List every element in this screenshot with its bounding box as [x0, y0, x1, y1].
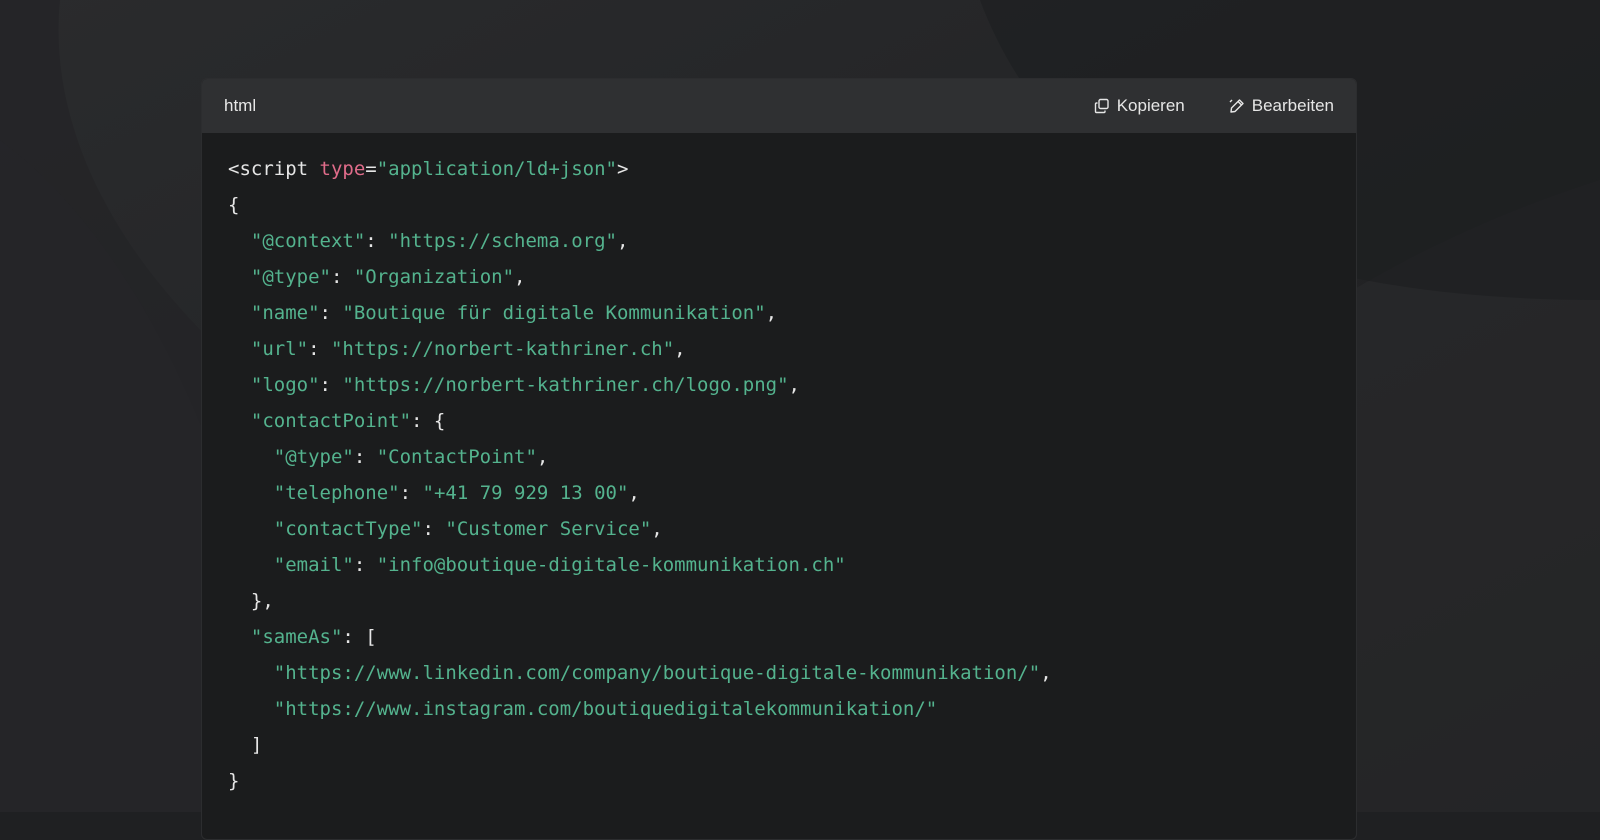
code-line: ] [228, 727, 1052, 763]
code-line: "https://www.instagram.com/boutiquedigit… [228, 691, 1052, 727]
code-token: "Organization" [353, 266, 515, 288]
code-line: "contactType": "Customer Service", [228, 511, 1052, 547]
code-token: : [ [342, 626, 377, 648]
code-token: "https://www.linkedin.com/company/boutiq… [273, 662, 1041, 684]
code-line: "telephone": "+41 79 929 13 00", [228, 475, 1052, 511]
code-language-label: html [224, 96, 257, 115]
code-token: : [319, 374, 343, 396]
code-line: { [228, 187, 1052, 223]
code-token: { [228, 194, 240, 216]
code-token: "url" [250, 338, 309, 360]
code-token: , [765, 302, 778, 324]
code-token: : [330, 266, 354, 288]
code-token: "https://norbert-kathriner.ch/logo.png" [342, 374, 789, 396]
edit-button-label: Bearbeiten [1251, 96, 1334, 115]
code-token: : [308, 338, 331, 360]
code-token: "https://schema.org" [388, 230, 617, 252]
code-token: , [514, 266, 526, 288]
code-token: , [536, 446, 549, 468]
code-token: , [674, 338, 686, 360]
code-token: "sameAs" [250, 626, 343, 648]
code-line: "@type": "ContactPoint", [228, 439, 1052, 475]
code-token: "https://www.instagram.com/boutiquedigit… [273, 698, 938, 720]
pencil-icon [1229, 98, 1245, 114]
code-line: "https://www.linkedin.com/company/boutiq… [228, 655, 1052, 691]
code-token: : [399, 482, 423, 504]
code-token: "+41 79 929 13 00" [422, 482, 629, 504]
code-line: "logo": "https://norbert-kathriner.ch/lo… [228, 367, 1052, 403]
code-token: "info@boutique-digitale-kommunikation.ch… [376, 554, 846, 576]
code-line: "@context": "https://schema.org", [228, 223, 1052, 259]
edit-button[interactable]: Bearbeiten [1229, 96, 1334, 116]
code-content: <script type="application/ld+json"> { "@c… [228, 151, 1052, 799]
code-token: "email" [273, 554, 354, 576]
code-token: , [628, 482, 640, 504]
code-token: ] [228, 734, 263, 756]
code-token: , [616, 230, 629, 252]
code-token: : [365, 230, 389, 252]
code-token: , [788, 374, 800, 396]
copy-button[interactable]: Kopieren [1094, 96, 1185, 116]
code-token: "name" [250, 302, 320, 324]
code-line: "name": "Boutique für digitale Kommunika… [228, 295, 1052, 331]
code-token: , [651, 518, 663, 540]
code-block: html Kopieren Bearbeiten <script type="a… [201, 78, 1357, 840]
code-token: "telephone" [273, 482, 400, 504]
code-token: : [353, 446, 377, 468]
code-token: "Customer Service" [445, 518, 652, 540]
code-line: "@type": "Organization", [228, 259, 1052, 295]
code-token: "https://norbert-kathriner.ch" [330, 338, 675, 360]
code-line: "sameAs": [ [228, 619, 1052, 655]
copy-button-label: Kopieren [1116, 96, 1185, 115]
code-token: "contactType" [273, 518, 423, 540]
code-token: "application/ld+json" [376, 158, 617, 180]
code-token: = [365, 158, 377, 180]
code-token: : [353, 554, 377, 576]
code-token: > [616, 158, 629, 180]
code-token: <script [228, 158, 320, 180]
code-line: "url": "https://norbert-kathriner.ch", [228, 331, 1052, 367]
code-token: type [319, 158, 366, 180]
code-token: "logo" [250, 374, 320, 396]
code-token: "Boutique für digitale Kommunikation" [342, 302, 766, 324]
code-token: , [1040, 662, 1052, 684]
code-token: : { [411, 410, 446, 432]
code-line: } [228, 763, 1052, 799]
code-block-header: html Kopieren Bearbeiten [202, 79, 1356, 133]
code-line: <script type="application/ld+json"> [228, 151, 1052, 187]
code-token: : [319, 302, 343, 324]
code-line: "contactPoint": { [228, 403, 1052, 439]
code-line: }, [228, 583, 1052, 619]
code-token: "@type" [273, 446, 354, 468]
code-token: "@type" [250, 266, 331, 288]
code-token: "contactPoint" [250, 410, 412, 432]
code-line: "email": "info@boutique-digitale-kommuni… [228, 547, 1052, 583]
copy-icon [1094, 98, 1110, 114]
code-token: "@context" [250, 230, 366, 252]
code-token: "ContactPoint" [376, 446, 537, 468]
code-token: }, [228, 590, 274, 612]
code-token: : [422, 518, 446, 540]
code-token: } [228, 770, 240, 792]
